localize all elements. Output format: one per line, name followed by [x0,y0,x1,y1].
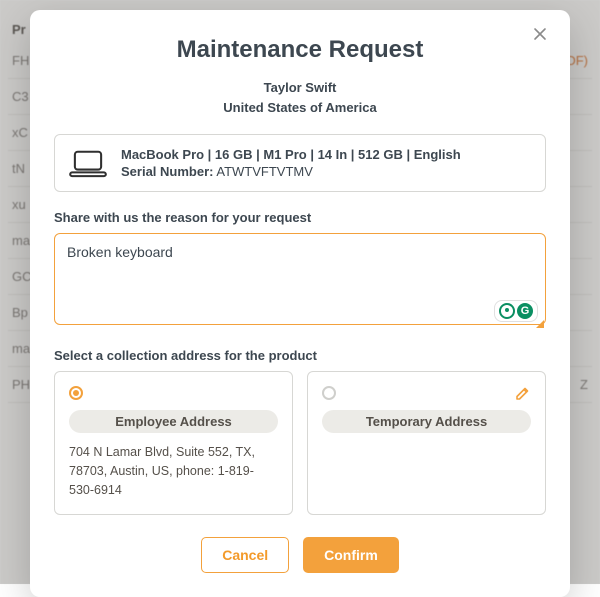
confirm-button[interactable]: Confirm [303,537,399,573]
user-name: Taylor Swift [54,78,546,98]
maintenance-request-modal: Maintenance Request Taylor Swift United … [30,10,570,597]
grammarly-widget[interactable]: G [494,300,538,322]
grammarly-logo-icon: G [517,303,533,319]
resize-handle[interactable] [536,320,544,328]
close-button[interactable] [532,26,552,46]
modal-title: Maintenance Request [54,36,546,64]
address-radio-employee[interactable] [69,386,83,400]
grammarly-status-icon [499,303,515,319]
serial-label: Serial Number: [121,164,213,179]
address-text-employee: 704 N Lamar Blvd, Suite 552, TX, 78703, … [69,443,278,499]
reason-textarea[interactable] [54,233,546,325]
user-country: United States of America [54,98,546,118]
edit-icon[interactable] [515,385,531,401]
cancel-button[interactable]: Cancel [201,537,289,573]
address-section-label: Select a collection address for the prod… [54,348,546,363]
address-name-temporary: Temporary Address [322,410,531,433]
address-card-employee[interactable]: Employee Address 704 N Lamar Blvd, Suite… [54,371,293,514]
product-title: MacBook Pro | 16 GB | M1 Pro | 14 In | 5… [121,147,461,162]
close-icon [532,26,548,42]
product-lines: MacBook Pro | 16 GB | M1 Pro | 14 In | 5… [121,147,461,179]
serial-number: ATWTVFTVTMV [216,164,313,179]
reason-label: Share with us the reason for your reques… [54,210,546,225]
address-name-employee: Employee Address [69,410,278,433]
laptop-icon [69,148,107,178]
address-card-temporary[interactable]: Temporary Address [307,371,546,514]
address-radio-temporary[interactable] [322,386,336,400]
product-card: MacBook Pro | 16 GB | M1 Pro | 14 In | 5… [54,134,546,192]
